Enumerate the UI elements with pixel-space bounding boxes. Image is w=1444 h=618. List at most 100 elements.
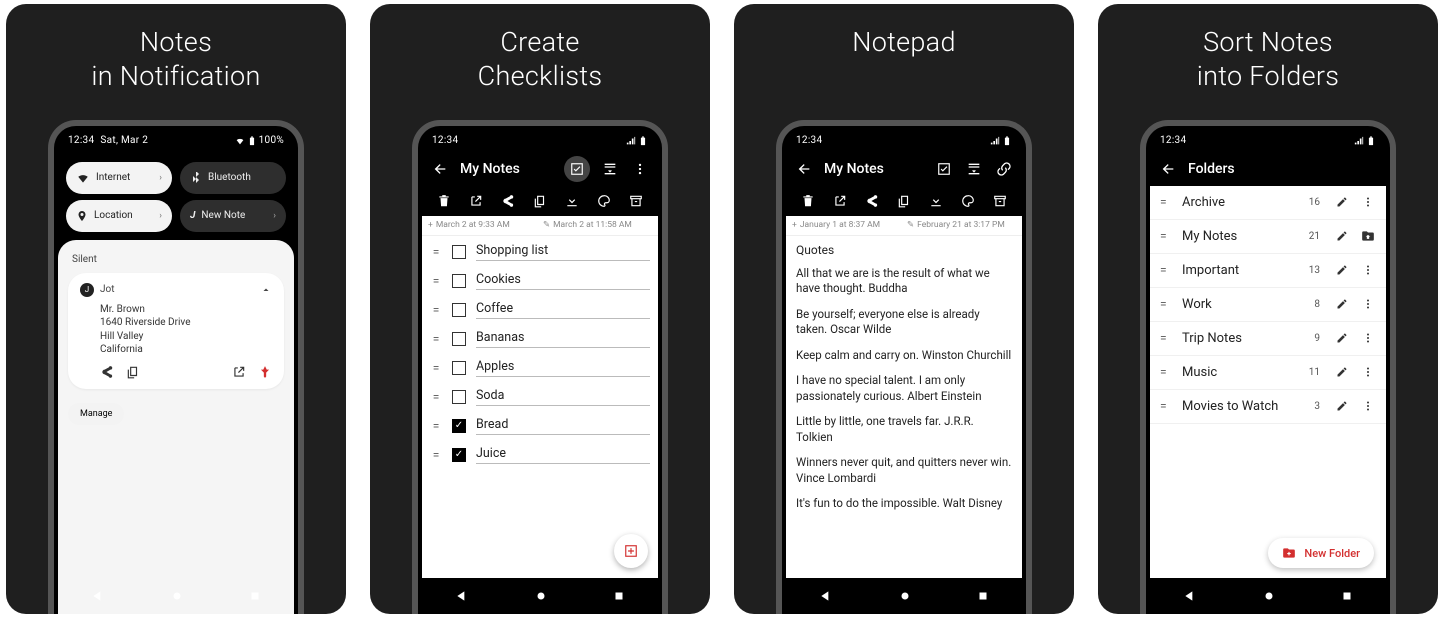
back-icon[interactable] [794,159,814,179]
drag-handle-icon[interactable]: = [1160,331,1172,345]
nav-recent-icon[interactable] [1341,590,1353,602]
copy-icon[interactable] [530,191,550,211]
checklist-item-label[interactable]: Cookies [476,272,650,290]
drag-handle-icon[interactable]: = [1160,229,1172,243]
drag-handle-icon[interactable]: = [1160,399,1172,413]
nav-back-icon[interactable] [819,589,833,603]
share-icon[interactable] [498,191,518,211]
palette-icon[interactable] [594,191,614,211]
pin-icon[interactable] [258,365,272,379]
collapse-icon[interactable] [260,284,272,296]
more-icon[interactable] [1360,298,1376,310]
checkbox-mode-icon[interactable] [934,159,954,179]
manage-button[interactable]: Manage [68,403,124,425]
format-icon[interactable] [964,159,984,179]
checkbox[interactable] [452,390,466,404]
archive-icon[interactable] [990,191,1010,211]
qs-location-chip[interactable]: Location › [66,200,172,232]
checklist-item[interactable]: = Bananas [422,323,658,352]
nav-recent-icon[interactable] [249,590,261,602]
checkbox[interactable] [452,419,466,433]
checklist-item-label[interactable]: Shopping list [476,243,650,261]
format-icon[interactable] [600,159,620,179]
nav-recent-icon[interactable] [977,590,989,602]
new-folder-button[interactable]: New Folder [1268,538,1374,568]
palette-icon[interactable] [958,191,978,211]
qs-internet-chip[interactable]: Internet › [66,162,172,194]
checklist-item[interactable]: = Soda [422,381,658,410]
folder-row[interactable]: =Archive16 [1150,186,1386,220]
share-icon[interactable] [862,191,882,211]
qs-newnote-chip[interactable]: J New Note › [180,200,286,232]
back-icon[interactable] [1158,159,1178,179]
checkbox-mode-icon[interactable] [564,156,590,182]
more-icon[interactable] [630,159,650,179]
checklist-item-label[interactable]: Bananas [476,330,650,348]
checkbox[interactable] [452,245,466,259]
delete-icon[interactable] [798,191,818,211]
share-icon[interactable] [100,365,114,379]
nav-back-icon[interactable] [91,589,105,603]
drag-handle-icon[interactable]: = [430,419,442,433]
drag-handle-icon[interactable]: = [1160,365,1172,379]
nav-back-icon[interactable] [1183,589,1197,603]
drag-handle-icon[interactable]: = [1160,263,1172,277]
open-external-icon[interactable] [466,191,486,211]
checklist-item[interactable]: =Apples [422,352,658,381]
more-icon[interactable] [1360,366,1376,378]
checklist-item[interactable]: = Cookies [422,265,658,294]
nav-home-icon[interactable] [898,589,912,603]
open-icon[interactable] [232,365,246,379]
checklist-item[interactable]: = Bread [422,410,658,439]
qs-bluetooth-chip[interactable]: Bluetooth [180,162,286,194]
folder-row[interactable]: =Trip Notes9 [1150,322,1386,356]
more-icon[interactable] [1360,196,1376,208]
checklist-item-label[interactable]: Bread [476,417,650,435]
more-icon[interactable] [1360,264,1376,276]
drag-handle-icon[interactable]: = [430,245,442,259]
edit-icon[interactable] [1334,196,1350,208]
checkbox[interactable] [452,303,466,317]
folder-row[interactable]: =My Notes21 [1150,220,1386,254]
back-icon[interactable] [430,159,450,179]
drag-handle-icon[interactable]: = [1160,195,1172,209]
drag-handle-icon[interactable]: = [430,361,442,375]
nav-back-icon[interactable] [455,589,469,603]
edit-icon[interactable] [1334,298,1350,310]
folder-row[interactable]: =Important13 [1150,254,1386,288]
download-icon[interactable] [926,191,946,211]
drag-handle-icon[interactable]: = [1160,297,1172,311]
archive-icon[interactable] [626,191,646,211]
nav-recent-icon[interactable] [613,590,625,602]
checklist-item[interactable]: = Coffee [422,294,658,323]
more-icon[interactable] [1360,332,1376,344]
folder-row[interactable]: =Music11 [1150,356,1386,390]
download-icon[interactable] [562,191,582,211]
checklist-item-label[interactable]: Juice [476,446,650,464]
checklist-item-label[interactable]: Coffee [476,301,650,319]
drag-handle-icon[interactable]: = [430,448,442,462]
notification-card[interactable]: J Jot Mr. Brown 1640 Riverside Drive Hil… [68,273,284,389]
nav-home-icon[interactable] [534,589,548,603]
checkbox[interactable] [452,448,466,462]
nav-home-icon[interactable] [170,589,184,603]
edit-icon[interactable] [1334,332,1350,344]
folder-row[interactable]: =Movies to Watch3 [1150,390,1386,424]
edit-icon[interactable] [1334,400,1350,412]
checklist-item-label[interactable]: Soda [476,388,650,406]
folder-row[interactable]: =Work8 [1150,288,1386,322]
edit-icon[interactable] [1334,366,1350,378]
drag-handle-icon[interactable]: = [430,390,442,404]
checkbox[interactable] [452,332,466,346]
drag-handle-icon[interactable]: = [430,274,442,288]
delete-icon[interactable] [434,191,454,211]
more-icon[interactable] [1360,400,1376,412]
edit-icon[interactable] [1334,264,1350,276]
checkbox[interactable] [452,361,466,375]
nav-home-icon[interactable] [1262,589,1276,603]
add-item-fab[interactable] [614,534,648,568]
drag-handle-icon[interactable]: = [430,303,442,317]
copy-icon[interactable] [126,365,140,379]
copy-icon[interactable] [894,191,914,211]
drag-handle-icon[interactable]: = [430,332,442,346]
